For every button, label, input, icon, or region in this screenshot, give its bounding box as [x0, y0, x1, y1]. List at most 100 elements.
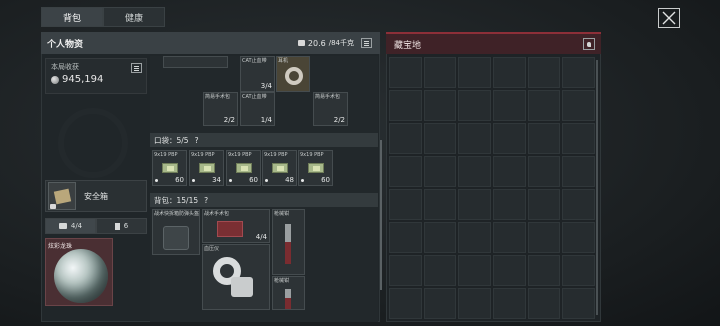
grid-cell[interactable]	[389, 288, 422, 319]
grid-cell[interactable]	[562, 57, 595, 88]
grid-cell[interactable]	[458, 90, 491, 121]
grid-cell[interactable]	[423, 222, 457, 253]
grid-cell[interactable]	[389, 123, 422, 154]
item-name: 枪械钳	[274, 278, 290, 284]
tab-backpack[interactable]: 背包	[41, 7, 103, 27]
grid-cell[interactable]	[423, 156, 457, 187]
grid-cell[interactable]	[562, 189, 595, 220]
safebox-slot[interactable]: 安全箱	[45, 180, 147, 212]
grid-cell[interactable]	[423, 288, 457, 319]
earnings-label: 本局收获	[51, 63, 79, 71]
ammo-icon	[199, 163, 215, 173]
ammo-slot[interactable]: 9x19 PBP 60	[152, 150, 187, 186]
dot-icon	[265, 179, 268, 182]
location-button[interactable]	[583, 38, 595, 50]
grid-cell[interactable]	[562, 90, 595, 121]
item-slot[interactable]: 简易手术包 2/2	[203, 92, 238, 126]
treasure-grid	[389, 57, 595, 319]
grid-cell[interactable]	[562, 288, 595, 319]
grid-cell[interactable]	[458, 123, 491, 154]
ammo-slot[interactable]: 9x19 PBP 60	[226, 150, 261, 186]
featured-item-card[interactable]: 炫彩龙珠	[45, 238, 113, 306]
grid-cell[interactable]	[458, 288, 491, 319]
ammo-slot[interactable]: 9x19 PBP 48	[262, 150, 297, 186]
close-button[interactable]	[658, 8, 680, 28]
item-name: CAT止血带	[242, 58, 267, 64]
grid-cell[interactable]	[389, 255, 422, 286]
grid-cell[interactable]	[527, 189, 561, 220]
grid-cell[interactable]	[493, 90, 526, 121]
grid-cell[interactable]	[423, 189, 457, 220]
item-slot[interactable]: CAT止血带 3/4	[240, 56, 275, 92]
grid-cell[interactable]	[527, 123, 561, 154]
item-name: 简易手术包	[205, 94, 231, 100]
weight-unit: /84千克	[328, 39, 354, 47]
earnings-list-button[interactable]	[131, 63, 142, 73]
item-slot[interactable]: CAT止血带 1/4	[240, 92, 275, 126]
lock-icon	[50, 204, 56, 209]
ammo-slot[interactable]: 9x19 PBP 60	[298, 150, 333, 186]
grid-cell[interactable]	[527, 57, 561, 88]
ammo-slot[interactable]: 9x19 PBP 34	[189, 150, 224, 186]
treasure-scrollbar[interactable]	[596, 60, 598, 315]
document-icon	[114, 222, 120, 230]
item-name: 战术手术包	[204, 211, 230, 217]
grid-cell[interactable]	[389, 90, 422, 121]
grid-cell[interactable]	[423, 123, 457, 154]
grid-cell[interactable]	[389, 156, 422, 187]
grid-cell[interactable]	[527, 222, 561, 253]
grid-cell[interactable]	[458, 255, 491, 286]
item-slot[interactable]: 简易手术包 2/2	[313, 92, 348, 126]
grid-cell[interactable]	[562, 123, 595, 154]
tab-health[interactable]: 健康	[103, 7, 165, 27]
item-slot-partial[interactable]	[163, 56, 228, 68]
grid-cell[interactable]	[493, 156, 526, 187]
grid-cell[interactable]	[493, 57, 526, 88]
backpack-slot[interactable]: 战术快拆箱防弹头盔	[152, 209, 200, 255]
grid-cell[interactable]	[527, 90, 561, 121]
grid-cell[interactable]	[527, 156, 561, 187]
grid-cell[interactable]	[423, 90, 457, 121]
grid-cell[interactable]	[423, 57, 457, 88]
item-slot[interactable]: 耳机	[276, 56, 310, 92]
item-name: 9x19 PBP	[154, 152, 178, 158]
grid-cell[interactable]	[389, 57, 422, 88]
pocket-help-icon[interactable]: ?	[195, 136, 199, 145]
grid-cell[interactable]	[458, 57, 491, 88]
backpack-slot[interactable]: 枪械钳	[272, 209, 305, 275]
grid-cell[interactable]	[493, 189, 526, 220]
grid-cell[interactable]	[527, 288, 561, 319]
item-qty: 48	[285, 176, 294, 184]
grid-cell[interactable]	[493, 222, 526, 253]
dot-icon	[301, 179, 304, 182]
inventory-scrollbar[interactable]	[380, 140, 382, 290]
backpack-slot[interactable]: 战术手术包 4/4	[202, 209, 270, 243]
grid-cell[interactable]	[389, 189, 422, 220]
subtab-briefcase[interactable]: 4/4	[45, 218, 96, 234]
backpack-slot[interactable]: 枪械钳	[272, 276, 305, 310]
grid-cell[interactable]	[423, 255, 457, 286]
grid-cell[interactable]	[493, 288, 526, 319]
grid-cell[interactable]	[389, 222, 422, 253]
sort-list-button[interactable]	[361, 38, 372, 48]
pocket-section-header: 口袋：5/5 ?	[150, 133, 378, 147]
grid-cell[interactable]	[562, 156, 595, 187]
pocket-label: 口袋：5/5	[154, 135, 189, 145]
item-name: 耳机	[278, 58, 289, 64]
grid-cell[interactable]	[458, 189, 491, 220]
grid-cell[interactable]	[458, 156, 491, 187]
item-name: 9x19 PBP	[191, 152, 215, 158]
backpack-slot[interactable]: 血压仪	[202, 244, 270, 310]
dot-icon	[229, 179, 232, 182]
item-name: 9x19 PBP	[264, 152, 288, 158]
ammo-icon	[308, 163, 324, 173]
grid-cell[interactable]	[527, 255, 561, 286]
grid-cell[interactable]	[493, 255, 526, 286]
subtab-document[interactable]: 6	[96, 218, 147, 234]
grid-cell[interactable]	[493, 123, 526, 154]
grid-cell[interactable]	[458, 222, 491, 253]
backpack-help-icon[interactable]: ?	[204, 196, 208, 205]
item-qty: 2/2	[333, 116, 345, 124]
grid-cell[interactable]	[562, 255, 595, 286]
grid-cell[interactable]	[562, 222, 595, 253]
